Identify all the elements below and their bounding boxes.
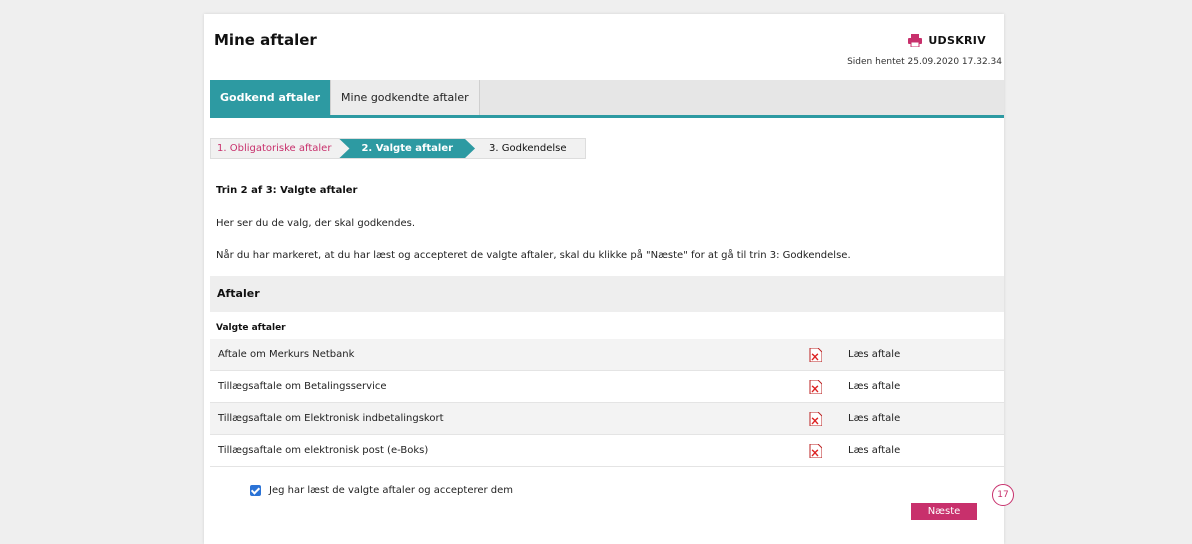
- tab-godkend-aftaler[interactable]: Godkend aftaler: [210, 80, 332, 115]
- pdf-icon[interactable]: [809, 380, 822, 394]
- step-number-badge: 17: [992, 484, 1014, 506]
- printer-icon: [908, 34, 923, 47]
- instruction-text: Når du har markeret, at du har læst og a…: [216, 250, 851, 261]
- print-label: UDSKRIV: [928, 34, 986, 47]
- agreement-name: Tillægsaftale om Betalingsservice: [218, 381, 387, 392]
- agreement-row: Tillægsaftale om elektronisk post (e-Bok…: [210, 435, 1004, 467]
- step-title: Trin 2 af 3: Valgte aftaler: [216, 185, 358, 196]
- read-agreement-link[interactable]: Læs aftale: [848, 349, 900, 360]
- read-agreement-link[interactable]: Læs aftale: [848, 413, 900, 424]
- agreement-row: Tillægsaftale om Betalingsservice Læs af…: [210, 371, 1004, 403]
- pdf-icon[interactable]: [809, 412, 822, 426]
- agreement-name: Tillægsaftale om Elektronisk indbetaling…: [218, 413, 444, 424]
- next-button[interactable]: Næste: [911, 503, 977, 520]
- step-obligatoriske[interactable]: 1. Obligatoriske aftaler: [211, 139, 340, 158]
- agreement-name: Tillægsaftale om elektronisk post (e-Bok…: [218, 445, 429, 456]
- print-button[interactable]: UDSKRIV: [908, 34, 986, 47]
- section-title: Aftaler: [217, 287, 260, 300]
- step-godkendelse: 3. Godkendelse: [489, 143, 567, 154]
- page-title: Mine aftaler: [214, 31, 317, 49]
- intro-text: Her ser du de valg, der skal godkendes.: [216, 218, 416, 229]
- section-header: Aftaler: [210, 276, 1004, 312]
- agreement-list: Aftale om Merkurs Netbank Læs aftale Til…: [210, 339, 1004, 467]
- accept-checkbox[interactable]: [250, 485, 261, 496]
- step-valgte: 2. Valgte aftaler: [339, 139, 475, 158]
- fetched-timestamp: Siden hentet 25.09.2020 17.32.34: [847, 57, 1002, 67]
- step-indicator: 1. Obligatoriske aftaler 2. Valgte aftal…: [210, 138, 586, 159]
- read-agreement-link[interactable]: Læs aftale: [848, 445, 900, 456]
- tab-mine-godkendte-aftaler[interactable]: Mine godkendte aftaler: [331, 80, 480, 115]
- read-agreement-link[interactable]: Læs aftale: [848, 381, 900, 392]
- accept-checkbox-row[interactable]: Jeg har læst de valgte aftaler og accept…: [250, 485, 513, 496]
- subsection-title: Valgte aftaler: [216, 323, 286, 333]
- agreement-row: Aftale om Merkurs Netbank Læs aftale: [210, 339, 1004, 371]
- agreement-name: Aftale om Merkurs Netbank: [218, 349, 355, 360]
- pdf-icon[interactable]: [809, 348, 822, 362]
- agreement-row: Tillægsaftale om Elektronisk indbetaling…: [210, 403, 1004, 435]
- main-tabs: Godkend aftaler Mine godkendte aftaler: [210, 80, 1004, 118]
- pdf-icon[interactable]: [809, 444, 822, 458]
- accept-label: Jeg har læst de valgte aftaler og accept…: [269, 485, 514, 496]
- main-panel: Mine aftaler UDSKRIV Siden hentet 25.09.…: [204, 14, 1004, 544]
